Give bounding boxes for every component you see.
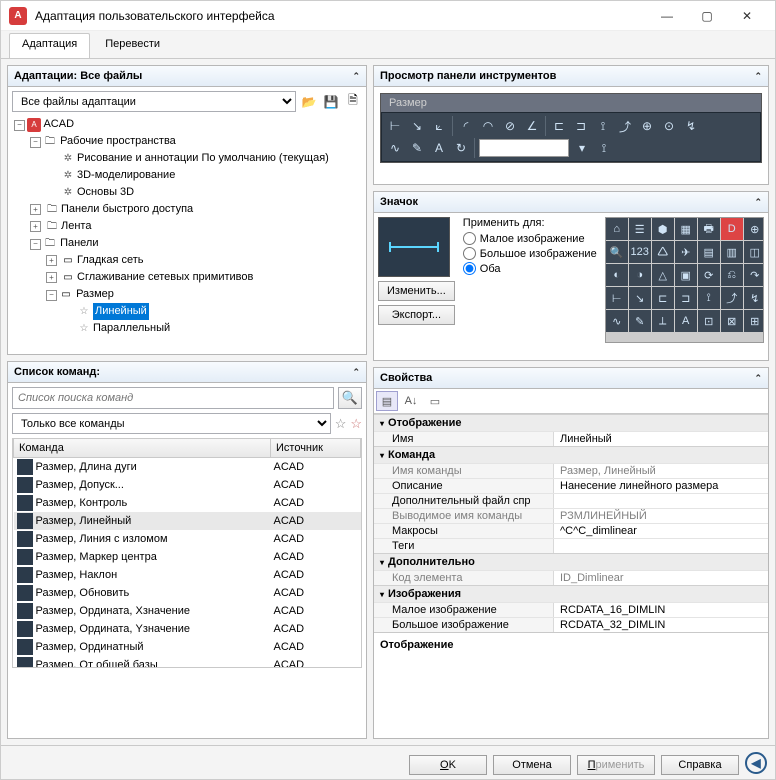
command-search-input[interactable] bbox=[12, 387, 334, 409]
icon-panel: Значок ⌃ Изменить... Экспорт... Применит… bbox=[373, 191, 769, 361]
command-filter-combo[interactable]: Только все команды bbox=[12, 413, 331, 434]
ok-button[interactable]: OOKK bbox=[409, 755, 487, 775]
table-row[interactable]: Размер, КонтрольACAD bbox=[14, 494, 361, 512]
app-icon: A bbox=[9, 7, 27, 25]
tab-customize[interactable]: Адаптация bbox=[9, 33, 90, 58]
icon-preview bbox=[378, 217, 450, 277]
preview-tab: Размер bbox=[381, 94, 435, 112]
tab-bar: Адаптация Перевести bbox=[1, 31, 775, 59]
table-row[interactable]: Размер, От общей базыACAD bbox=[14, 656, 361, 668]
save-icon[interactable]: 💾 bbox=[322, 93, 340, 111]
preview-toolbar: ⊢↘⟀ ◜◠⊘∠ ⊏⊐⟟⤴ ⊕⊙↯ ∿✎A↻ ▾⟟ bbox=[381, 112, 761, 162]
table-row[interactable]: Размер, Допуск...ACAD bbox=[14, 476, 361, 494]
help-button[interactable]: Справка bbox=[661, 755, 739, 775]
table-row[interactable]: Размер, ОбновитьACAD bbox=[14, 584, 361, 602]
alpha-view-icon[interactable]: A↓ bbox=[400, 391, 422, 411]
save-as-icon[interactable]: 🗎 bbox=[344, 93, 362, 111]
radio-both[interactable]: Оба bbox=[463, 261, 597, 276]
adaptations-title: Адаптации: Все файлы bbox=[14, 70, 142, 82]
collapse-icon[interactable]: ⌃ bbox=[754, 71, 762, 82]
minimize-button[interactable]: — bbox=[647, 2, 687, 30]
toolbar-preview-panel: Просмотр панели инструментов ⌃ Размер ⊢↘… bbox=[373, 65, 769, 185]
apply-button[interactable]: Применить bbox=[577, 755, 655, 775]
open-icon[interactable]: 📂 bbox=[300, 93, 318, 111]
table-row[interactable]: Размер, Длина дугиACAD bbox=[14, 458, 361, 477]
adaptations-panel: Адаптации: Все файлы ⌃ Все файлы адаптац… bbox=[7, 65, 367, 355]
icon-panel-title: Значок bbox=[380, 196, 418, 208]
col-source[interactable]: Источник bbox=[271, 439, 361, 458]
table-row[interactable]: Размер, ЛинейныйACAD bbox=[14, 512, 361, 530]
close-button[interactable]: ✕ bbox=[727, 2, 767, 30]
new-command-icon[interactable]: ☆ bbox=[335, 416, 347, 432]
col-command[interactable]: Команда bbox=[14, 439, 271, 458]
export-icon-button[interactable]: Экспорт... bbox=[378, 305, 455, 325]
collapse-icon[interactable]: ⌃ bbox=[754, 197, 762, 208]
cancel-button[interactable]: Отмена bbox=[493, 755, 571, 775]
window-title: Адаптация пользовательского интерфейса bbox=[35, 9, 647, 23]
remove-command-icon[interactable]: ☆ bbox=[350, 416, 362, 432]
collapse-icon[interactable]: ⌃ bbox=[352, 367, 360, 378]
collapse-icon[interactable]: ⌃ bbox=[352, 71, 360, 82]
expand-button[interactable]: ◀ bbox=[745, 752, 767, 774]
tree-node-linear[interactable]: Линейный bbox=[93, 303, 149, 320]
collapse-icon[interactable]: ⌃ bbox=[754, 373, 762, 384]
property-grid[interactable]: ▾Отображение ИмяЛинейный ▾Команда Имя ко… bbox=[374, 414, 768, 632]
radio-large[interactable]: Большое изображение bbox=[463, 246, 597, 261]
search-button[interactable]: 🔍 bbox=[338, 387, 362, 409]
apply-for-group: Применить для: Малое изображение Большое… bbox=[463, 217, 597, 356]
table-row[interactable]: Размер, Ордината, YзначениеACAD bbox=[14, 620, 361, 638]
command-list-panel: Список команд: ⌃ 🔍 Только все команды ☆ … bbox=[7, 361, 367, 739]
properties-title: Свойства bbox=[380, 372, 432, 384]
table-row[interactable]: Размер, Линия с изломомACAD bbox=[14, 530, 361, 548]
table-row[interactable]: Размер, НаклонACAD bbox=[14, 566, 361, 584]
preview-title: Просмотр панели инструментов bbox=[380, 70, 556, 82]
properties-panel: Свойства ⌃ ▤ A↓ ▭ ▾Отображение ИмяЛинейн… bbox=[373, 367, 769, 739]
prop-pages-icon[interactable]: ▭ bbox=[424, 391, 446, 411]
property-description: Отображение bbox=[374, 632, 768, 682]
tab-transfer[interactable]: Перевести bbox=[92, 33, 173, 58]
edit-icon-button[interactable]: Изменить... bbox=[378, 281, 455, 301]
maximize-button[interactable]: ▢ bbox=[687, 2, 727, 30]
categorized-view-icon[interactable]: ▤ bbox=[376, 391, 398, 411]
command-table[interactable]: Команда Источник Размер, Длина дугиACADР… bbox=[12, 438, 362, 668]
table-row[interactable]: Размер, Ордината, XзначениеACAD bbox=[14, 602, 361, 620]
titlebar: A Адаптация пользовательского интерфейса… bbox=[1, 1, 775, 31]
dialog-footer: OOKK Отмена Применить Справка ◀ bbox=[1, 745, 775, 779]
radio-small[interactable]: Малое изображение bbox=[463, 231, 597, 246]
icon-library-grid[interactable]: ⌂☰⬢▦🖶D⊕ 🔍123🛆✈▤▥◫ ◐◑△▣⟳⎌↷ ⊢↘⊏⊐⟟⤴↯ ∿✎⟂A⊡⊠… bbox=[605, 217, 764, 343]
cui-tree[interactable]: −A ACAD −🗀 Рабочие пространства ✲ Рисова… bbox=[12, 116, 362, 336]
command-list-title: Список команд: bbox=[14, 366, 100, 378]
cui-file-combo[interactable]: Все файлы адаптации bbox=[12, 91, 296, 112]
table-row[interactable]: Размер, ОрдинатныйACAD bbox=[14, 638, 361, 656]
table-row[interactable]: Размер, Маркер центраACAD bbox=[14, 548, 361, 566]
